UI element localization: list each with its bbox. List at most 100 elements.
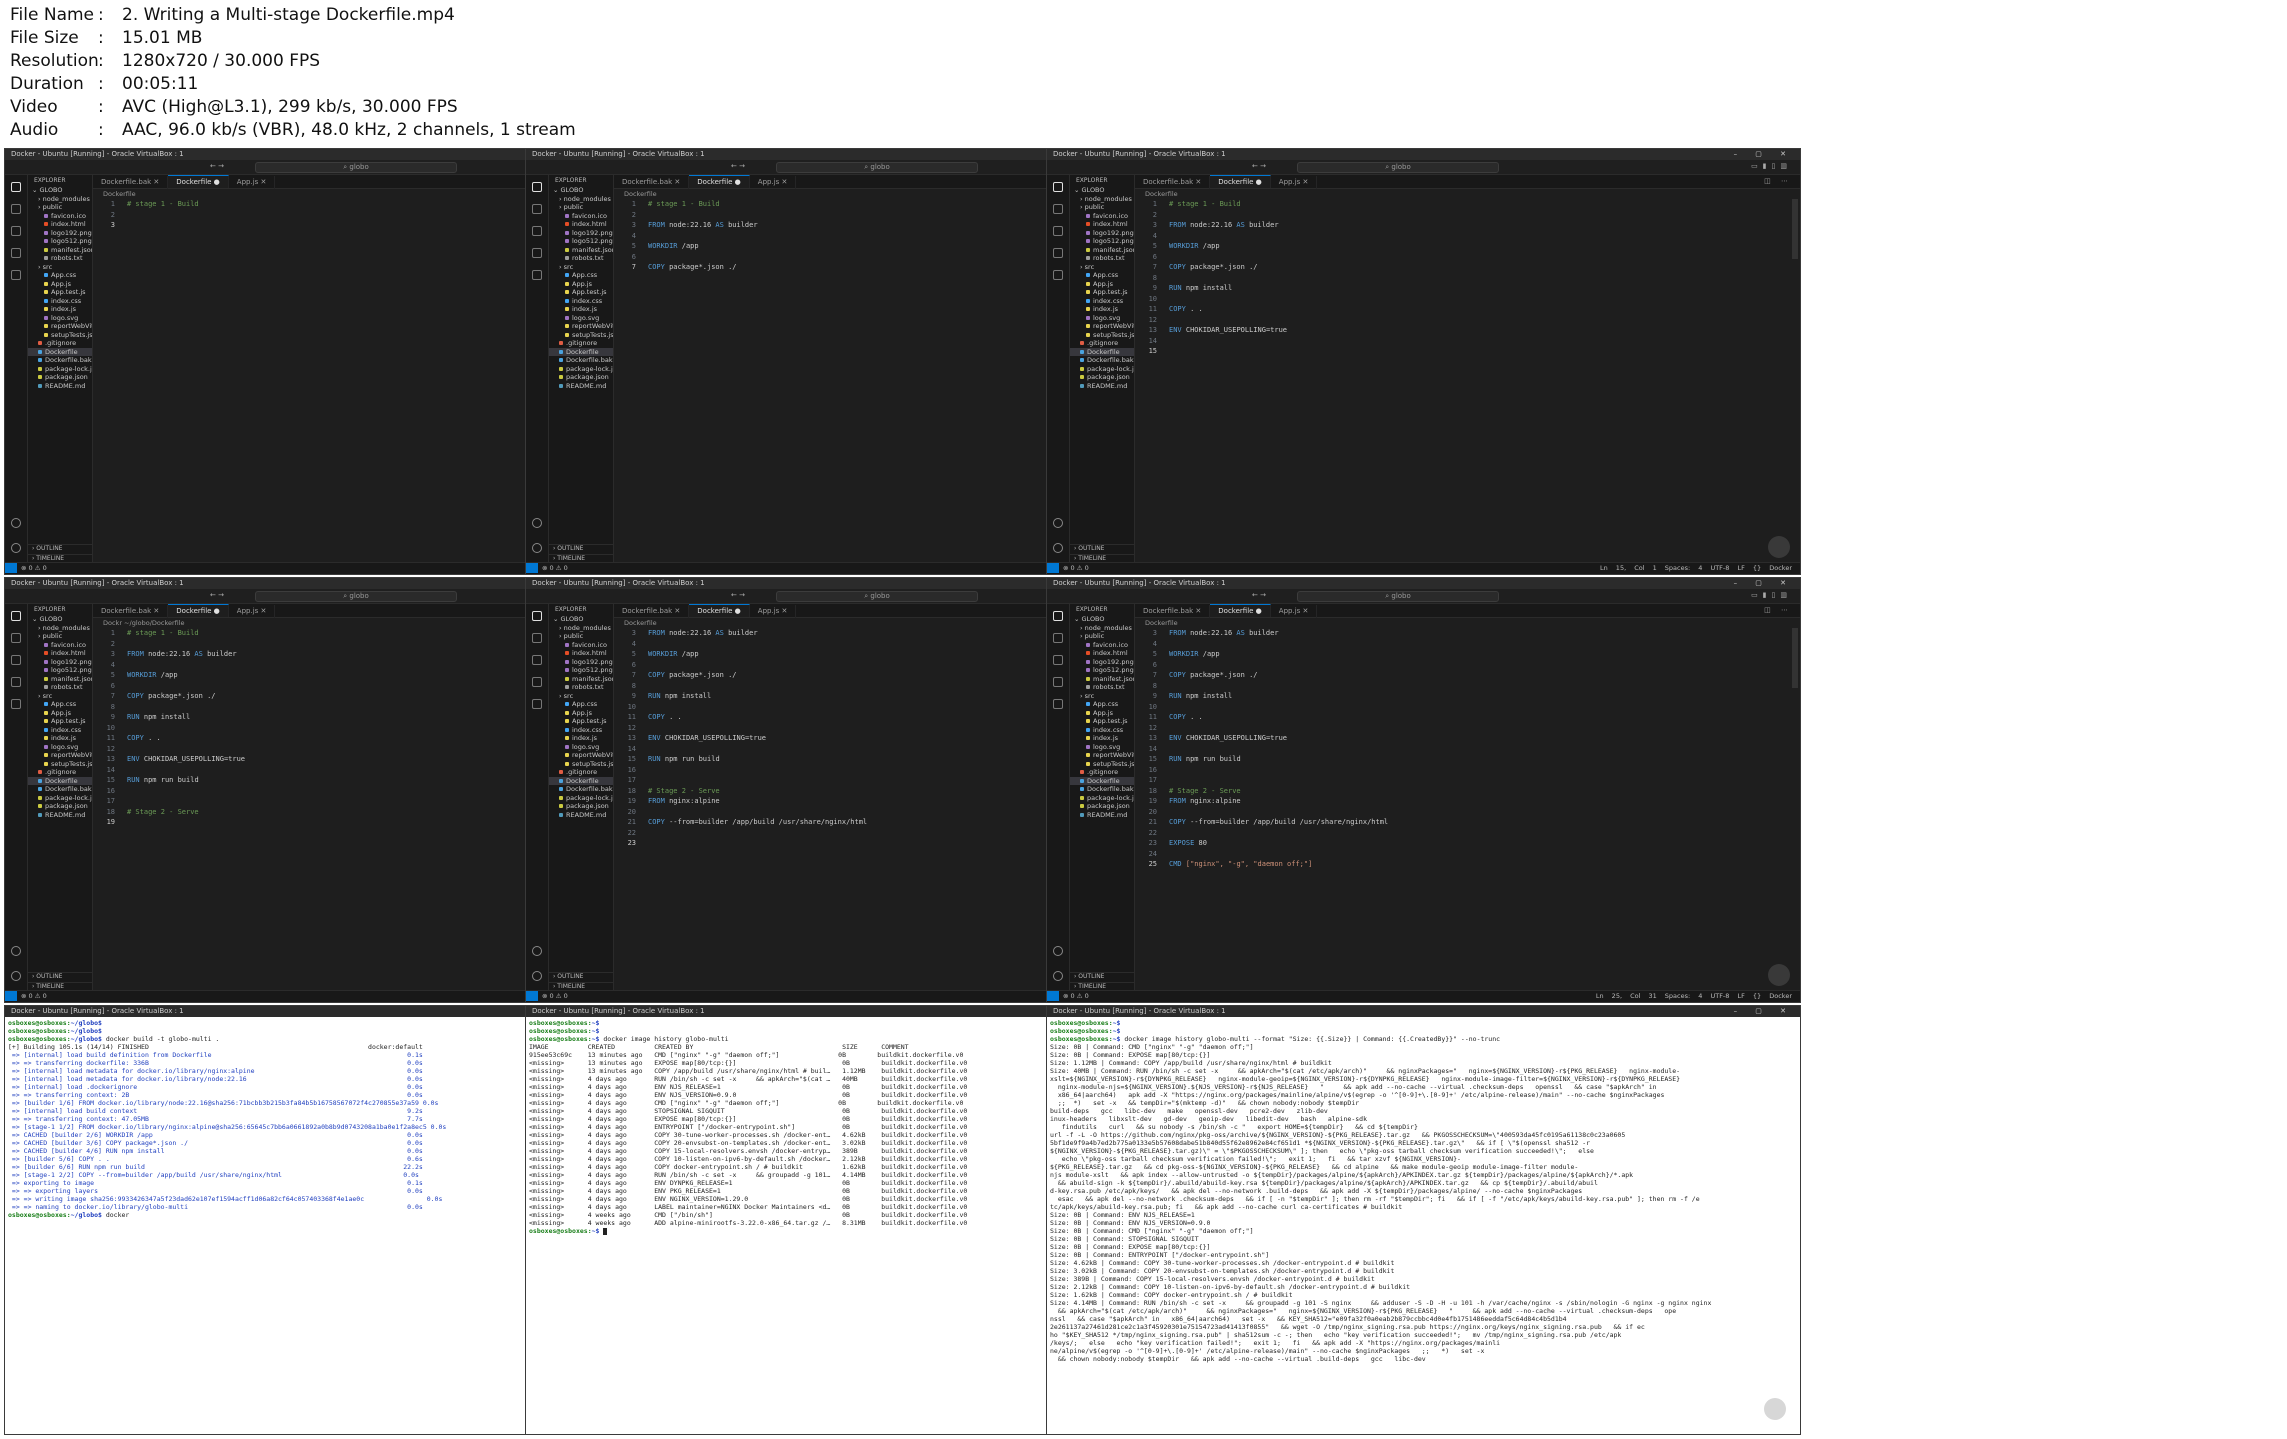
problems-indicator[interactable]: ⊗ 0 ⚠ 0	[21, 991, 47, 1001]
explorer-item[interactable]: › public	[549, 632, 613, 641]
explorer-item[interactable]: package.json	[28, 802, 92, 811]
explorer-item[interactable]: package.json	[1070, 802, 1134, 811]
explorer-item[interactable]: App.js	[549, 709, 613, 718]
explorer-item[interactable]: manifest.json	[1070, 675, 1134, 684]
run-debug-icon[interactable]	[1053, 248, 1063, 258]
command-search[interactable]: ⌕ globo	[776, 162, 978, 173]
explorer-item[interactable]: package-lock.json	[1070, 365, 1134, 374]
explorer-item[interactable]: robots.txt	[1070, 254, 1134, 263]
explorer-item[interactable]: App.css	[28, 271, 92, 280]
close-icon[interactable]: ✕	[1193, 607, 1201, 615]
explorer-root[interactable]: ⌄ GLOBO	[28, 186, 92, 195]
terminal-output[interactable]: osboxes@osboxes:~$ osboxes@osboxes:~$ osbo…	[1047, 1017, 1800, 1434]
nav-arrows[interactable]: ← →	[210, 591, 224, 599]
outline-section[interactable]: › OUTLINE	[549, 972, 613, 982]
explorer-item[interactable]: logo.svg	[28, 743, 92, 752]
floating-button[interactable]	[1768, 536, 1790, 558]
explorer-item[interactable]: robots.txt	[28, 254, 92, 263]
explorer-item[interactable]: logo.svg	[28, 314, 92, 323]
source-control-icon[interactable]	[1053, 226, 1063, 236]
explorer-item[interactable]: logo192.png	[549, 658, 613, 667]
explorer-item[interactable]: App.css	[549, 271, 613, 280]
layout-controls[interactable]: ▭▮▯▥	[1751, 591, 1792, 599]
close-icon[interactable]: ✕	[672, 178, 680, 186]
explorer-item[interactable]: .gitignore	[1070, 339, 1134, 348]
gear-icon[interactable]	[11, 971, 21, 981]
breadcrumb[interactable]: Dockerfile	[1135, 189, 1800, 199]
command-search[interactable]: ⌕ globo	[1297, 162, 1499, 173]
tab-app-js[interactable]: App.js ✕	[229, 176, 276, 189]
explorer-item[interactable]: App.css	[1070, 700, 1134, 709]
explorer-item[interactable]: Dockerfile	[28, 347, 92, 356]
source-control-icon[interactable]	[532, 655, 542, 665]
extensions-icon[interactable]	[1053, 270, 1063, 280]
tab-dockerfile[interactable]: Dockerfile ●	[1210, 604, 1271, 617]
search-icon[interactable]	[11, 204, 21, 214]
editor-actions[interactable]: ◫ ⋯	[1764, 604, 1792, 617]
outline-section[interactable]: › OUTLINE	[1070, 544, 1134, 554]
command-search[interactable]: ⌕ globo	[255, 162, 457, 173]
explorer-item[interactable]: index.html	[1070, 649, 1134, 658]
explorer-item[interactable]: setupTests.js	[28, 760, 92, 769]
explorer-item[interactable]: package-lock.json	[1070, 794, 1134, 803]
explorer-item[interactable]: favicon.ico	[28, 641, 92, 650]
explorer-item[interactable]: logo192.png	[549, 229, 613, 238]
tab-dockerfile-bak[interactable]: Dockerfile.bak ✕	[614, 605, 690, 618]
explorer-item[interactable]: .gitignore	[1070, 768, 1134, 777]
explorer-item[interactable]: › src	[1070, 692, 1134, 701]
explorer-item[interactable]: App.test.js	[1070, 717, 1134, 726]
explorer-item[interactable]: Dockerfile	[28, 776, 92, 785]
explorer-item[interactable]: package-lock.json	[28, 794, 92, 803]
close-icon[interactable]: ✕	[258, 178, 267, 186]
close-icon[interactable]: ✕	[779, 607, 788, 615]
explorer-root[interactable]: ⌄ GLOBO	[28, 615, 92, 624]
gear-icon[interactable]	[1053, 971, 1063, 981]
files-icon[interactable]	[1053, 182, 1063, 192]
explorer-item[interactable]: manifest.json	[549, 675, 613, 684]
files-icon[interactable]	[11, 182, 21, 192]
explorer-item[interactable]: setupTests.js	[1070, 331, 1134, 340]
explorer-root[interactable]: ⌄ GLOBO	[549, 186, 613, 195]
explorer-item[interactable]: .gitignore	[549, 768, 613, 777]
tab-dockerfile-bak[interactable]: Dockerfile.bak ✕	[614, 176, 690, 189]
explorer-item[interactable]: favicon.ico	[549, 212, 613, 221]
explorer-item[interactable]: README.md	[1070, 811, 1134, 820]
remote-indicator[interactable]	[5, 991, 17, 1001]
explorer-item[interactable]: index.css	[1070, 726, 1134, 735]
extensions-icon[interactable]	[11, 270, 21, 280]
extensions-icon[interactable]	[532, 699, 542, 709]
outline-section[interactable]: › OUTLINE	[28, 544, 92, 554]
explorer-item[interactable]: reportWebVitals.js	[28, 322, 92, 331]
remote-indicator[interactable]	[1047, 563, 1059, 573]
explorer-item[interactable]: setupTests.js	[549, 760, 613, 769]
close-icon[interactable]: ✕	[151, 178, 159, 186]
explorer-item[interactable]: Dockerfile.bak	[28, 356, 92, 365]
explorer-item[interactable]: App.css	[28, 700, 92, 709]
unsaved-dot-icon[interactable]: ●	[732, 178, 741, 186]
explorer-item[interactable]: App.js	[28, 280, 92, 289]
explorer-item[interactable]: logo.svg	[1070, 314, 1134, 323]
explorer-item[interactable]: Dockerfile	[549, 776, 613, 785]
explorer-item[interactable]: › public	[1070, 203, 1134, 212]
explorer-item[interactable]: App.css	[1070, 271, 1134, 280]
account-icon[interactable]	[1053, 946, 1063, 956]
explorer-item[interactable]: index.js	[28, 305, 92, 314]
explorer-item[interactable]: index.js	[549, 734, 613, 743]
window-controls[interactable]: – ▢ ✕	[1734, 1006, 1794, 1017]
problems-indicator[interactable]: ⊗ 0 ⚠ 0	[1063, 563, 1089, 573]
explorer-item[interactable]: logo512.png	[1070, 237, 1134, 246]
explorer-item[interactable]: setupTests.js	[549, 331, 613, 340]
window-controls[interactable]: – ▢ ✕	[1734, 578, 1794, 589]
explorer-item[interactable]: reportWebVitals.js	[549, 322, 613, 331]
explorer-item[interactable]: README.md	[549, 382, 613, 391]
tab-app-js[interactable]: App.js ✕	[1271, 176, 1318, 189]
account-icon[interactable]	[11, 946, 21, 956]
cursor-position[interactable]: Ln 15, Col 1 Spaces: 4 UTF-8 LF {} Docke…	[1600, 563, 1792, 573]
explorer-item[interactable]: index.css	[549, 726, 613, 735]
explorer-item[interactable]: › src	[549, 692, 613, 701]
search-icon[interactable]	[532, 204, 542, 214]
explorer-item[interactable]: Dockerfile	[549, 347, 613, 356]
search-icon[interactable]	[1053, 204, 1063, 214]
tab-app-js[interactable]: App.js ✕	[229, 605, 276, 618]
layout-controls[interactable]: ▭▮▯▥	[1751, 162, 1792, 170]
